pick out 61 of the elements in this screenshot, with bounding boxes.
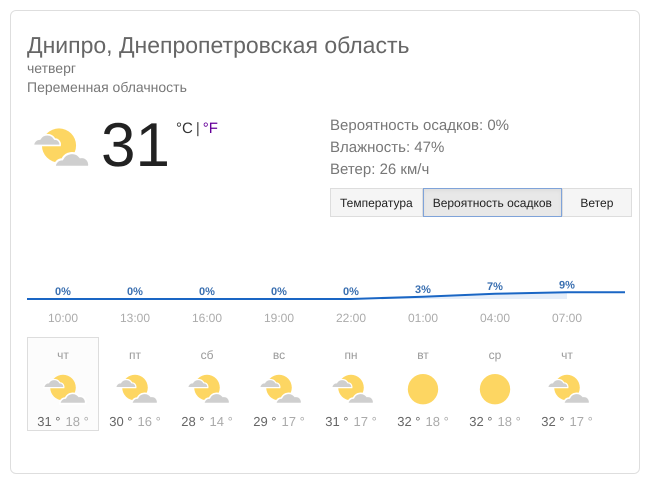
time-label: 07:00 [552,310,582,327]
day-forecast[interactable]: чт 31 ° 18 ° [27,337,99,431]
detail-text: Влажность: 47% [330,138,446,158]
value-label: 0% [271,286,287,298]
value-label: 9% [559,279,575,292]
low-temperature: 16 ° [138,413,161,432]
chart-tab[interactable]: Температура [330,188,423,217]
unit-link[interactable]: °C [176,118,193,140]
low-temperature: 17 ° [354,413,377,432]
time-label: 01:00 [408,310,438,327]
day-name: ср [488,347,502,364]
high-temperature: 29 ° [253,413,276,432]
day-label: четверг [27,59,77,78]
value-label: 7% [487,280,503,293]
time-label: 04:00 [480,310,510,327]
day-forecast[interactable]: пн 31 ° 17 ° [315,337,387,431]
detail-text: Ветер: 26 км/ч [330,160,430,180]
day-name: вс [272,347,286,364]
time-label: 16:00 [192,310,222,327]
day-name: пн [344,347,358,364]
high-temperature: 32 ° [541,413,564,432]
day-forecast[interactable]: ср 32 ° 18 ° [459,337,531,431]
location-title: Днипро, Днепропетровская область [27,31,410,59]
day-forecast[interactable]: сб 28 ° 14 ° [171,337,243,431]
low-temperature: 18 ° [426,413,449,432]
low-temperature: 14 ° [210,413,233,432]
high-temperature: 31 ° [325,413,348,432]
chart-tab[interactable]: Вероятность осадков [422,188,562,217]
temperature-value: 31 [101,115,170,177]
high-temperature: 32 ° [397,413,420,432]
day-name: вт [417,347,429,364]
day-forecast[interactable]: вт 32 ° 18 ° [387,337,459,431]
day-name: пт [129,347,141,364]
detail-text: Вероятность осадков: 0% [330,116,510,136]
value-label: 0% [127,286,143,298]
value-label: 3% [415,284,431,296]
time-label: 19:00 [264,310,294,327]
low-temperature: 18 ° [498,413,521,432]
high-temperature: 31 ° [37,413,60,432]
low-temperature: 17 ° [282,413,305,432]
time-label: 22:00 [336,310,366,327]
day-name: чт [561,347,573,364]
value-label: 0% [199,286,215,298]
time-label: 13:00 [120,310,150,327]
high-temperature: 32 ° [469,413,492,432]
chart-tab[interactable]: Ветер [562,188,632,217]
low-temperature: 17 ° [570,413,593,432]
high-temperature: 28 ° [181,413,204,432]
day-forecast[interactable]: вс 29 ° 17 ° [243,337,315,431]
unit-link[interactable]: °F [202,118,218,140]
unit-separator: | [196,119,200,139]
day-name: чт [57,347,69,364]
low-temperature: 18 ° [66,413,89,432]
high-temperature: 30 ° [109,413,132,432]
condition-label: Переменная облачность [27,78,188,97]
time-label: 10:00 [48,310,78,327]
value-label: 0% [55,286,71,298]
value-label: 0% [343,286,359,298]
day-forecast[interactable]: пт 30 ° 16 ° [99,337,171,431]
day-name: сб [200,347,214,364]
day-forecast[interactable]: чт 32 ° 17 ° [531,337,603,431]
